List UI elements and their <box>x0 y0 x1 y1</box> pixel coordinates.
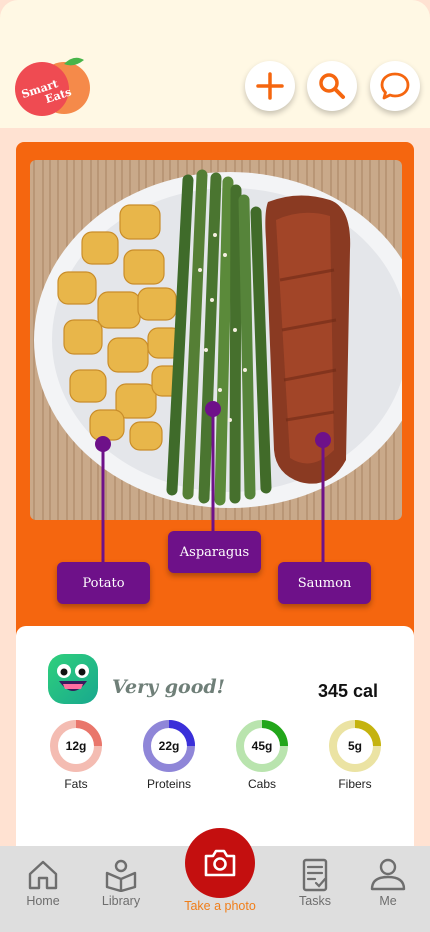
fats-value: 12g <box>65 739 87 753</box>
calorie-count: 345 cal <box>317 681 378 701</box>
search-icon <box>319 73 345 99</box>
nav-library-label: Library <box>101 894 141 908</box>
fats-label: Fats <box>64 777 88 791</box>
profile-icon <box>370 858 406 891</box>
meal-photo <box>30 160 402 520</box>
smart-eats-logo[interactable]: Smart Eats <box>8 54 94 120</box>
nutrient-cabs: 45g Cabs <box>230 718 294 791</box>
take-photo-button[interactable] <box>185 828 255 898</box>
tag-salmon[interactable]: Saumon <box>278 562 371 604</box>
cabs-value: 45g <box>251 739 273 753</box>
nav-me[interactable]: Me <box>353 858 423 908</box>
cabs-label: Cabs <box>247 777 276 791</box>
tasks-icon <box>302 858 328 892</box>
fibers-value: 5g <box>347 739 362 753</box>
nav-tasks-label: Tasks <box>299 894 331 908</box>
fibers-label: Fibers <box>338 777 372 791</box>
nutrient-fibers: 5g Fibers <box>323 718 387 791</box>
nav-home[interactable]: Home <box>8 858 78 908</box>
smiley-face-icon <box>47 653 99 705</box>
proteins-label: Proteins <box>146 777 192 791</box>
tag-potato[interactable]: Potato <box>57 562 150 604</box>
library-icon <box>105 859 137 892</box>
chat-bubble-icon <box>380 72 410 100</box>
nav-home-label: Home <box>26 894 60 908</box>
nutrient-proteins: 22g Proteins <box>137 718 201 791</box>
nutrient-fats: 12g Fats <box>44 718 108 791</box>
home-icon <box>28 860 58 890</box>
nav-library[interactable]: Library <box>86 858 156 908</box>
proteins-value: 22g <box>158 739 180 753</box>
take-photo-label[interactable]: Take a photo <box>170 899 270 913</box>
camera-icon <box>204 849 236 877</box>
chat-button[interactable] <box>370 61 420 111</box>
nav-me-label: Me <box>379 894 397 908</box>
search-button[interactable] <box>307 61 357 111</box>
plus-icon <box>256 72 284 100</box>
add-button[interactable] <box>245 61 295 111</box>
meal-verdict: Very good! <box>112 676 226 698</box>
nav-tasks[interactable]: Tasks <box>280 858 350 908</box>
tag-asparagus[interactable]: Asparagus <box>168 531 261 573</box>
